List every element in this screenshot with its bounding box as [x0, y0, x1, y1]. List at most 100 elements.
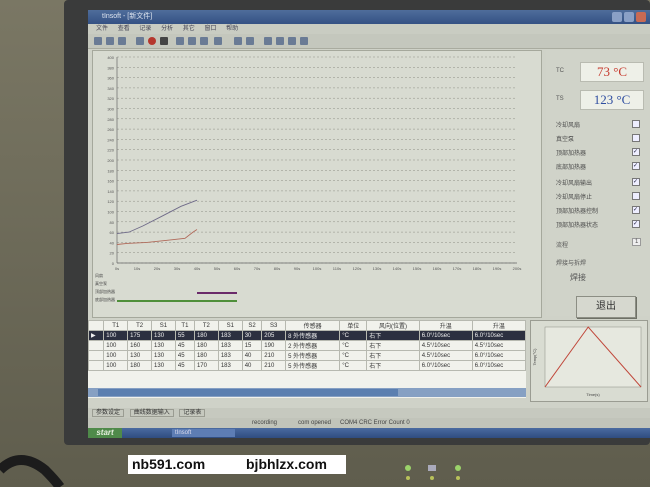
table-cell[interactable]: 180	[193, 330, 219, 341]
check-row[interactable]: 顶部加热器 ✓	[556, 148, 646, 157]
scrollbar-thumb[interactable]	[98, 389, 398, 396]
table-cell[interactable]: 右下	[366, 330, 420, 341]
checkbox-checked[interactable]: ✓	[632, 220, 640, 228]
table-row[interactable]: 100 180 130 45 170 183 40 210 5 外传感器 °C …	[88, 360, 527, 371]
new-icon[interactable]	[94, 37, 102, 45]
table-cell[interactable]	[88, 360, 105, 371]
tab-curve-input[interactable]: 曲线数据输入	[129, 409, 174, 417]
check-row[interactable]: 顶部加热器状态 ✓	[556, 220, 646, 229]
printer-icon[interactable]	[246, 37, 254, 45]
zoom-fit-icon[interactable]	[288, 37, 296, 45]
check-row[interactable]: 冷却风扇输出 ✓	[556, 178, 646, 187]
zoom-in-icon[interactable]	[264, 37, 272, 45]
horizontal-scrollbar[interactable]	[88, 388, 526, 397]
link-icon[interactable]	[188, 37, 196, 45]
table-cell[interactable]: 30	[241, 330, 263, 341]
check-row[interactable]: 底部加热器 ✓	[556, 162, 646, 171]
table-cell[interactable]: 6.0°/10sec	[471, 360, 527, 371]
table-cell[interactable]: 6.0°/10sec	[418, 330, 473, 341]
table-cell[interactable]: 130	[151, 360, 176, 371]
table-cell[interactable]: 210	[261, 360, 287, 371]
table-cell[interactable]: °C	[339, 340, 368, 351]
table-cell[interactable]	[88, 340, 105, 351]
menu-help[interactable]: 帮助	[226, 26, 238, 32]
check-row[interactable]: 真空泵	[556, 134, 646, 143]
menu-record[interactable]: 记录	[139, 26, 151, 32]
table-cell[interactable]: 4.5°/10sec	[471, 340, 527, 351]
table-cell[interactable]: 100	[103, 340, 129, 351]
tab-records[interactable]: 记录表	[179, 409, 206, 417]
save-icon[interactable]	[118, 37, 126, 45]
start-button[interactable]: start	[88, 428, 122, 438]
table-cell[interactable]: 6.0°/10sec	[471, 330, 527, 341]
table-cell[interactable]: 右下	[366, 350, 420, 361]
table-cell[interactable]: 130	[127, 350, 153, 361]
table-cell[interactable]: 180	[127, 360, 153, 371]
table-cell[interactable]: 205	[261, 330, 287, 341]
table-cell[interactable]: 183	[217, 330, 243, 341]
table-cell[interactable]: °C	[339, 350, 368, 361]
checkbox-checked[interactable]: ✓	[632, 206, 640, 214]
table-cell[interactable]: °C	[339, 330, 368, 341]
table-cell[interactable]: 183	[217, 350, 243, 361]
menu-analysis[interactable]: 分析	[161, 26, 173, 32]
table-cell[interactable]: 100	[103, 350, 129, 361]
table-cell[interactable]: 6.0°/10sec	[471, 350, 527, 361]
minimize-button[interactable]	[612, 12, 622, 22]
tab-params[interactable]: 参数设定	[92, 409, 125, 417]
close-button[interactable]	[636, 12, 646, 22]
table-cell[interactable]: 100	[103, 360, 129, 371]
table-cell[interactable]: 45	[174, 350, 195, 361]
process-value[interactable]: 1	[632, 238, 642, 246]
checkbox-checked[interactable]: ✓	[632, 178, 640, 186]
checkbox-checked[interactable]: ✓	[632, 148, 640, 156]
checkbox[interactable]	[632, 120, 640, 128]
checkbox[interactable]	[632, 192, 640, 200]
table-cell[interactable]: 100	[103, 330, 129, 341]
table-cell[interactable]: 183	[217, 340, 243, 351]
table-cell[interactable]: 40	[241, 360, 263, 371]
table-row[interactable]: 100 130 130 45 180 183 40 210 5 外传感器 °C …	[88, 350, 527, 361]
zoom-out-icon[interactable]	[276, 37, 284, 45]
table-cell[interactable]: 4.5°/10sec	[418, 350, 473, 361]
table-cell[interactable]: 183	[217, 360, 243, 371]
grid-icon[interactable]	[300, 37, 308, 45]
menu-window[interactable]: 窗口	[204, 26, 216, 32]
table-cell[interactable]: 4.5°/10sec	[418, 340, 473, 351]
menu-other[interactable]: 其它	[183, 26, 195, 32]
table-cell[interactable]: 190	[261, 340, 287, 351]
table-cell[interactable]: 130	[151, 350, 176, 361]
checkbox-checked[interactable]: ✓	[632, 162, 640, 170]
table-cell[interactable]: 175	[127, 330, 153, 341]
table-cell[interactable]: 170	[193, 360, 219, 371]
table-cell[interactable]: 2 外传感器	[285, 340, 341, 351]
taskbar-app[interactable]: tInsoft	[172, 429, 235, 437]
record-icon[interactable]	[148, 37, 156, 45]
table-cell[interactable]: 40	[241, 350, 263, 361]
table-cell[interactable]: 右下	[366, 340, 420, 351]
table-cell[interactable]: 210	[261, 350, 287, 361]
table-cell[interactable]: 5 外传感器	[285, 350, 341, 361]
print-icon[interactable]	[136, 37, 144, 45]
exit-button[interactable]: 退出	[576, 296, 636, 318]
menu-file[interactable]: 文件	[96, 26, 108, 32]
table-cell[interactable]: 180	[193, 340, 219, 351]
check-row[interactable]: 冷却风扇停止	[556, 192, 646, 201]
table-cell[interactable]: 8 外传感器	[285, 330, 341, 341]
maximize-button[interactable]	[624, 12, 634, 22]
table-cell[interactable]: 45	[174, 360, 195, 371]
stop-icon[interactable]	[160, 37, 168, 45]
table-row[interactable]: ▶ 100 175 130 55 180 183 30 205 8 外传感器 °…	[88, 330, 527, 341]
open-icon[interactable]	[106, 37, 114, 45]
table-cell[interactable]: ▶	[88, 330, 105, 341]
table-cell[interactable]: 180	[193, 350, 219, 361]
export-icon[interactable]	[234, 37, 242, 45]
check-row[interactable]: 顶部加热器控制 ✓	[556, 206, 646, 215]
connect-icon[interactable]	[176, 37, 184, 45]
table-cell[interactable]: 15	[241, 340, 263, 351]
table-cell[interactable]: 130	[151, 330, 176, 341]
tool-icon[interactable]	[200, 37, 208, 45]
table-cell[interactable]: 45	[174, 340, 195, 351]
table-cell[interactable]	[88, 350, 105, 361]
table-cell[interactable]: 右下	[366, 360, 420, 371]
